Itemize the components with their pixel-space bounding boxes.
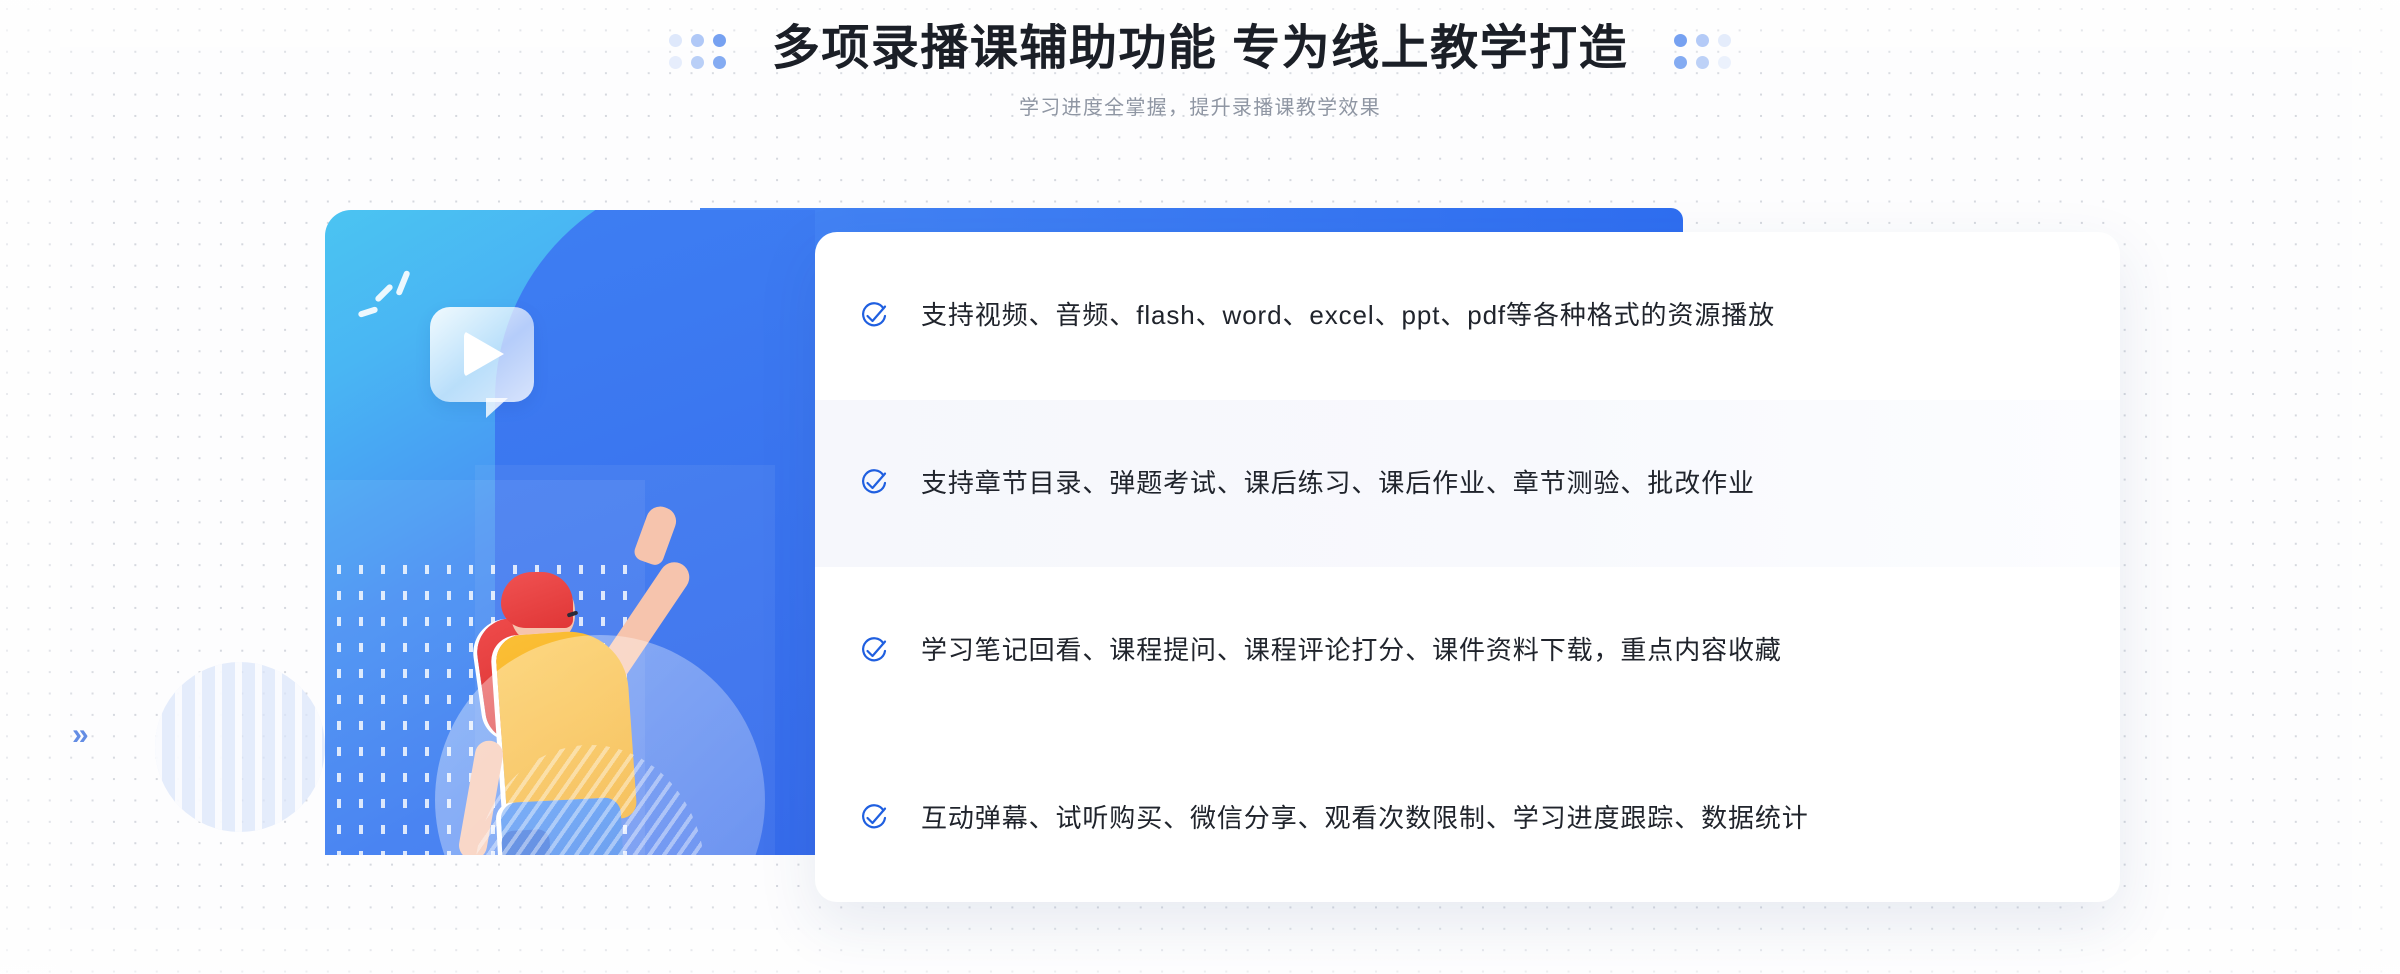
dot xyxy=(1696,34,1710,48)
dot xyxy=(690,56,704,70)
feature-text: 支持章节目录、弹题考试、课后练习、课后作业、章节测验、批改作业 xyxy=(921,467,1755,498)
dot xyxy=(1718,56,1732,70)
feature-row[interactable]: 互动弹幕、试听购买、微信分享、观看次数限制、学习进度跟踪、数据统计 xyxy=(815,735,2120,903)
check-circle-icon xyxy=(857,634,891,668)
dot xyxy=(712,56,726,70)
dot xyxy=(712,34,726,48)
feature-showcase-page: 多项录播课辅助功能 专为线上教学打造 学习进度全掌握，提升录播课教学效果 » « xyxy=(0,0,2400,974)
feature-row[interactable]: 支持视频、音频、flash、word、excel、ppt、pdf等各种格式的资源… xyxy=(815,232,2120,400)
dot xyxy=(1674,56,1688,70)
dot-cluster-right-icon xyxy=(1674,34,1732,70)
chevron-right-icon: » xyxy=(72,718,89,751)
check-circle-icon xyxy=(857,801,891,835)
spark-line xyxy=(374,283,394,303)
page-subtitle: 学习进度全掌握，提升录播课教学效果 xyxy=(1018,97,1382,120)
play-bubble-icon xyxy=(430,307,534,418)
spark-line xyxy=(395,269,411,297)
feature-text: 互动弹幕、试听购买、微信分享、观看次数限制、学习进度跟踪、数据统计 xyxy=(921,802,1809,833)
feature-row[interactable]: 支持章节目录、弹题考试、课后练习、课后作业、章节测验、批改作业 xyxy=(815,399,2120,567)
dot xyxy=(690,34,704,48)
play-triangle-icon xyxy=(464,331,504,377)
dot xyxy=(1674,34,1688,48)
check-circle-icon xyxy=(857,466,891,500)
feature-row[interactable]: 学习笔记回看、课程提问、课程评论打分、课件资料下载，重点内容收藏 xyxy=(815,567,2120,735)
decorative-circle-stripes xyxy=(155,662,325,832)
feature-list: 支持视频、音频、flash、word、excel、ppt、pdf等各种格式的资源… xyxy=(815,232,2120,902)
feature-card: 支持视频、音频、flash、word、excel、ppt、pdf等各种格式的资源… xyxy=(815,232,2120,902)
spark-line xyxy=(357,306,379,318)
page-header: 多项录播课辅助功能 专为线上教学打造 学习进度全掌握，提升录播课教学效果 xyxy=(0,18,2400,120)
title-row: 多项录播课辅助功能 专为线上教学打造 xyxy=(0,18,2400,79)
feature-text: 学习笔记回看、课程提问、课程评论打分、课件资料下载，重点内容收藏 xyxy=(921,635,1782,666)
person-hair xyxy=(501,572,573,628)
person-pointing-hand xyxy=(631,502,681,568)
dot xyxy=(1718,34,1732,48)
dot xyxy=(668,34,682,48)
page-title: 多项录播课辅助功能 专为线上教学打造 xyxy=(771,22,1629,75)
check-circle-icon xyxy=(857,299,891,333)
illustration-panel: « xyxy=(325,210,815,855)
dot xyxy=(1696,56,1710,70)
feature-text: 支持视频、音频、flash、word、excel、ppt、pdf等各种格式的资源… xyxy=(921,300,1776,331)
dot xyxy=(668,56,682,70)
dot-cluster-left-icon xyxy=(668,34,726,70)
